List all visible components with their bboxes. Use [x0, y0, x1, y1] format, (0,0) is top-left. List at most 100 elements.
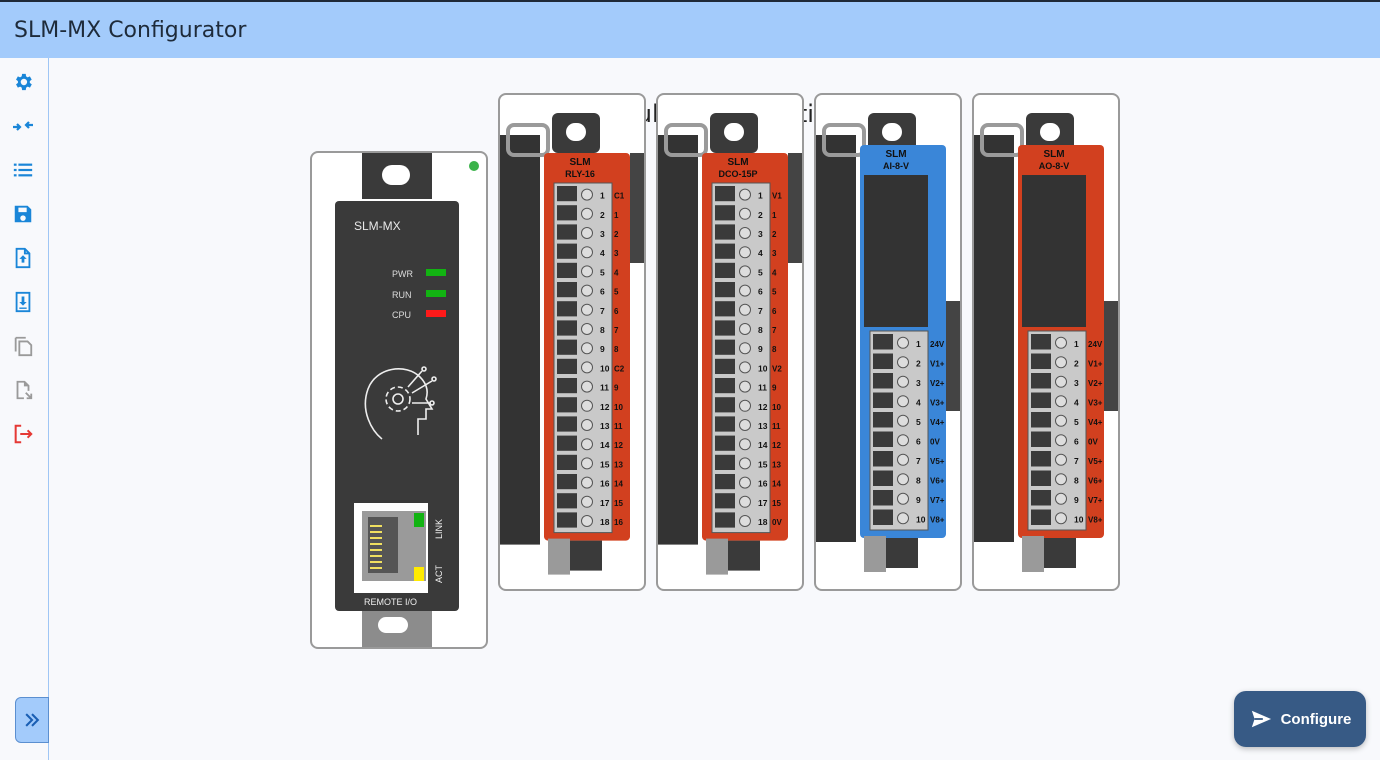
terminal-screw [739, 207, 751, 220]
terminal-screw [739, 380, 751, 393]
terminal-screw [897, 336, 909, 349]
module-model: AI-8-V [883, 161, 909, 171]
terminal-number: 7 [758, 306, 763, 316]
terminal-screw [1055, 473, 1067, 486]
terminal-label: 1 [614, 211, 619, 220]
terminal-label: V1+ [930, 359, 945, 368]
terminal-label: 4 [772, 268, 777, 277]
terminal-label: V4+ [1088, 418, 1103, 427]
terminal-screw [581, 323, 593, 335]
terminal-slot [715, 186, 735, 202]
terminal-label: 14 [772, 480, 781, 489]
terminal-slot [557, 512, 577, 528]
terminal-slot [873, 353, 893, 369]
gear-icon[interactable] [11, 70, 35, 94]
terminal-number: 10 [758, 363, 768, 373]
terminal-screw [739, 419, 751, 431]
terminal-number: 6 [1074, 436, 1079, 446]
terminal-slot [1031, 334, 1051, 350]
terminal-label: C1 [614, 192, 625, 201]
terminal-number: 2 [916, 358, 921, 368]
terminal-number: 16 [758, 479, 768, 489]
act-label: ACT [434, 564, 444, 583]
terminal-screw [897, 395, 909, 408]
terminal-number: 3 [1074, 378, 1079, 388]
module-card-ao-8-v[interactable]: SLM AO-8-V 1 24V 2 V1+ 3 V2+ 4 V3+ 5 V4+ 6 0V 7 V5+ 8 V6+… [972, 93, 1120, 591]
terminal-number: 9 [600, 344, 605, 354]
terminal-label: 13 [772, 460, 781, 469]
module-brand: SLM [885, 149, 906, 160]
terminal-slot [715, 493, 735, 509]
terminal-screw [1055, 375, 1067, 388]
module-model: AO-8-V [1039, 161, 1070, 171]
terminal-label: C2 [614, 364, 625, 373]
terminal-number: 2 [600, 210, 605, 220]
terminal-label: 3 [772, 249, 777, 258]
terminal-label: 6 [614, 307, 619, 316]
terminal-number: 2 [758, 210, 763, 220]
terminal-screw [739, 438, 751, 451]
terminal-screw [897, 414, 909, 427]
file-report-icon[interactable] [11, 378, 35, 402]
terminal-label: 5 [614, 288, 619, 297]
terminal-number: 8 [916, 475, 921, 485]
terminal-label: V3+ [930, 398, 945, 407]
cpu-module-card[interactable]: SLM-MX PWR RUN CPU LINK ACT REMOTE I/O [310, 151, 488, 649]
terminal-slot [557, 301, 577, 317]
terminal-screw [581, 419, 593, 431]
sidebar-expand-button[interactable] [15, 697, 49, 743]
module-card-dco-15p[interactable]: SLM DCO-15P 1 V1 2 1 3 2 4 3 5 4 6 5 7 6 8 7 9 8 10 V2 11 9 12 10… [656, 93, 804, 591]
terminal-label: 8 [614, 345, 619, 354]
terminal-slot [557, 397, 577, 413]
terminal-label: 0V [930, 437, 940, 446]
terminal-number: 2 [1074, 358, 1079, 368]
terminal-number: 18 [758, 517, 768, 527]
terminal-slot [873, 490, 893, 506]
terminal-slot [715, 435, 735, 451]
status-dot [469, 161, 479, 171]
terminal-label: 8 [772, 345, 777, 354]
terminal-label: V7+ [1088, 496, 1103, 505]
terminal-screw [581, 361, 593, 374]
terminal-screw [581, 246, 593, 259]
compress-arrows-icon[interactable] [11, 114, 35, 138]
terminal-label: V8+ [1088, 515, 1103, 524]
terminal-label: V3+ [1088, 398, 1103, 407]
list-icon[interactable] [11, 158, 35, 182]
terminal-number: 4 [916, 397, 921, 407]
file-upload-icon[interactable] [11, 246, 35, 270]
terminal-slot [557, 186, 577, 202]
terminal-label: 0V [1088, 437, 1098, 446]
terminal-slot [715, 320, 735, 336]
terminal-number: 9 [758, 344, 763, 354]
cpu-led [426, 310, 446, 317]
terminal-screw [739, 457, 751, 470]
save-icon[interactable] [11, 202, 35, 226]
terminal-slot [557, 358, 577, 374]
terminal-label: 16 [614, 518, 623, 527]
copy-icon[interactable] [11, 334, 35, 358]
terminal-slot [873, 431, 893, 447]
terminal-screw [1055, 356, 1067, 369]
module-card-ai-8-v[interactable]: SLM AI-8-V 1 24V 2 V1+ 3 V2+ 4 V3+ 5 V4+ 6 0V 7 V5+ 8 V6+… [814, 93, 962, 591]
terminal-label: V5+ [930, 457, 945, 466]
terminal-slot [715, 358, 735, 374]
configure-button[interactable]: Configure [1234, 691, 1366, 747]
terminal-label: V2+ [930, 379, 945, 388]
terminal-screw [581, 399, 593, 412]
terminal-number: 7 [600, 306, 605, 316]
module-card-rly-16[interactable]: SLM RLY-16 1 C1 2 1 3 2 4 3 5 4 6 5 7 6 8 7 9 8 10 C2 11 9 12 10 1… [498, 93, 646, 591]
file-download-icon[interactable] [11, 290, 35, 314]
terminal-number: 13 [600, 421, 610, 431]
terminal-number: 14 [600, 440, 610, 450]
terminal-screw [581, 207, 593, 220]
terminal-screw [897, 492, 909, 505]
terminal-label: 2 [772, 230, 777, 239]
terminal-slot [715, 512, 735, 528]
terminal-screw [897, 473, 909, 486]
terminal-slot [557, 205, 577, 221]
logout-icon[interactable] [11, 422, 35, 446]
terminal-number: 3 [758, 229, 763, 239]
module-graphic: SLMAI-8-V 1 24V 2 V1+ 3 V2+ 4 V3+ 5 V4+ 6 0V 7 V5+ 8 V6+… [816, 113, 960, 572]
terminal-slot [557, 339, 577, 355]
